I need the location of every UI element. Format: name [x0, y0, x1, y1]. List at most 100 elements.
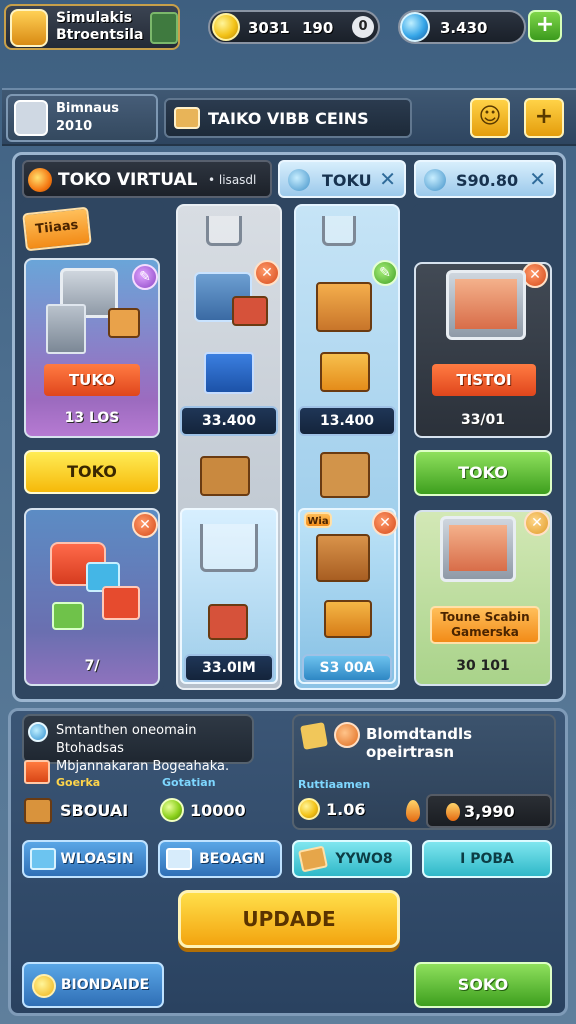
tag-icon: [297, 845, 329, 873]
store-tab[interactable]: TAIKO VIBB CEINS: [164, 98, 412, 138]
item-price[interactable]: 33.400: [180, 406, 278, 436]
item-price: 33.0IM: [184, 654, 274, 682]
coin-counter[interactable]: 3031 190 0: [208, 10, 380, 44]
action-button-3[interactable]: YYWO8: [292, 840, 412, 878]
bottom-left-button[interactable]: BIONDAIDE: [22, 962, 164, 1008]
stat-label-1: Goerka: [56, 776, 101, 789]
screen-icon: [455, 279, 517, 329]
search-icon: [32, 974, 56, 998]
info-text-line1: Smtanthen oneomain Btohadsas: [56, 723, 197, 756]
stat-value-1: SBOUAI: [60, 801, 129, 820]
info-text: Smtanthen oneomain Btohadsas Mbjannakara…: [56, 722, 252, 776]
box-icon: [324, 600, 372, 638]
bottom-right-button[interactable]: SOKO: [414, 962, 552, 1008]
item-tag: Wia: [304, 512, 332, 528]
box-icon: [232, 296, 268, 326]
add-button[interactable]: +: [524, 98, 564, 138]
shop-item-computer[interactable]: ✎ TUKO 13 LOS: [24, 258, 160, 438]
shop-title: TOKO VIRTUAL: [58, 170, 198, 190]
cart-icon: [322, 216, 356, 246]
shop-item-game[interactable]: ✕ Toune Scabin Gamerska 30 101: [414, 510, 552, 686]
shop-item-laptop[interactable]: ✕ TISTOI 33/01: [414, 262, 552, 438]
gift-icon: [102, 586, 140, 620]
shop-subtitle: • lisasdl: [208, 173, 257, 187]
toko-button-green[interactable]: TOKO: [414, 450, 552, 496]
shop-item-groceries[interactable]: Wia ✕ S3 00A: [298, 508, 398, 684]
monitor-icon: [440, 516, 516, 582]
badge-icon: ✎: [132, 264, 158, 290]
store-bar: Bimnaus 2010 TAIKO VIBB CEINS ☺ +: [2, 88, 576, 146]
game-title-line2: Btroentsila: [56, 27, 144, 43]
item-promo: Toune Scabin Gamerska: [430, 606, 540, 644]
basket-icon: [320, 452, 370, 498]
item-promo-line1: Toune Scabin: [440, 610, 530, 624]
coin-icon: [298, 798, 320, 820]
folder-icon: [166, 848, 192, 870]
close-icon[interactable]: ✕: [529, 167, 546, 191]
action-button-1[interactable]: WLOASIN: [22, 840, 148, 878]
item-ribbon: TUKO: [44, 364, 140, 396]
promo-tag: Tiiaas: [22, 206, 92, 252]
badge-icon: ✕: [372, 510, 398, 536]
player-info: Bimnaus 2010: [56, 100, 119, 136]
trolley-icon: [204, 352, 254, 394]
player-level: 2010: [56, 119, 93, 134]
avatar: [14, 100, 48, 136]
add-gems-button[interactable]: +: [528, 10, 562, 42]
tab-toku[interactable]: TOKU ✕: [278, 160, 406, 198]
item-price: 7/: [84, 658, 100, 674]
laptop-icon: [446, 270, 526, 340]
item-price: S3 00A: [302, 654, 392, 682]
badge-icon: ✕: [524, 510, 550, 536]
badge-icon: ✎: [372, 260, 398, 286]
shop-item-bundle[interactable]: ✕ 7/: [24, 508, 160, 686]
action-button-4[interactable]: I POBA: [422, 840, 552, 878]
package-icon: [52, 602, 84, 630]
tab-price[interactable]: S90.80 ✕: [414, 160, 556, 198]
game-logo-icon: [10, 9, 48, 47]
action-button-2[interactable]: BEOAGN: [158, 840, 282, 878]
update-button[interactable]: UPDADE: [178, 890, 400, 948]
bottom-left-button-label: BIONDAIDE: [60, 977, 150, 993]
game-title-panel[interactable]: Simulakis Btroentsila: [4, 4, 180, 50]
box-icon: [320, 352, 370, 392]
box-icon: [108, 308, 140, 338]
flame-icon: [406, 800, 420, 822]
coin-reset-button[interactable]: 0: [352, 16, 374, 38]
player-profile[interactable]: Bimnaus 2010: [6, 94, 158, 142]
gem-counter[interactable]: 3.430: [398, 10, 526, 44]
person-icon: ☺: [478, 104, 502, 129]
close-icon[interactable]: ✕: [379, 167, 396, 191]
badge-icon: ✕: [254, 260, 280, 286]
info-message: Smtanthen oneomain Btohadsas Mbjannakara…: [22, 714, 254, 774]
cart-icon: [200, 524, 258, 572]
info-text-line2: Mbjannakaran Bogeahaka.: [56, 759, 230, 774]
stat-label-3: Ruttiaamen: [298, 778, 371, 791]
basket-icon: [200, 456, 250, 496]
folder-icon: [300, 722, 328, 750]
action-button-1-label: WLOASIN: [60, 851, 134, 867]
box-icon: [30, 848, 56, 870]
store-tab-title: TAIKO VIBB CEINS: [208, 109, 369, 128]
gem-value: 3.430: [440, 19, 488, 37]
coin-value: 3031: [248, 19, 290, 37]
coin-value-secondary: 190: [302, 19, 334, 37]
target-icon: [334, 722, 360, 748]
box-icon: [24, 798, 52, 824]
crate-icon: [316, 534, 370, 582]
profile-button[interactable]: ☺: [470, 98, 510, 138]
stat-value-2: 10000: [190, 801, 246, 820]
tab-toku-label: TOKU: [322, 171, 372, 190]
cart-icon[interactable]: [150, 12, 178, 44]
gift-icon: [208, 604, 248, 640]
stat-label-2: Gotatian: [162, 776, 216, 789]
gold-counter: 3,990: [426, 794, 552, 828]
toko-button[interactable]: TOKO: [24, 450, 160, 494]
stats-title: Blomdtandls opeirtrasn: [366, 725, 473, 761]
gem-icon: [424, 169, 446, 191]
shop-item-cart[interactable]: 33.0IM: [180, 508, 278, 684]
item-price[interactable]: 13.400: [298, 406, 396, 436]
green-coin-icon: [160, 798, 184, 822]
cart-icon: [206, 216, 242, 246]
flame-icon: [446, 803, 460, 821]
